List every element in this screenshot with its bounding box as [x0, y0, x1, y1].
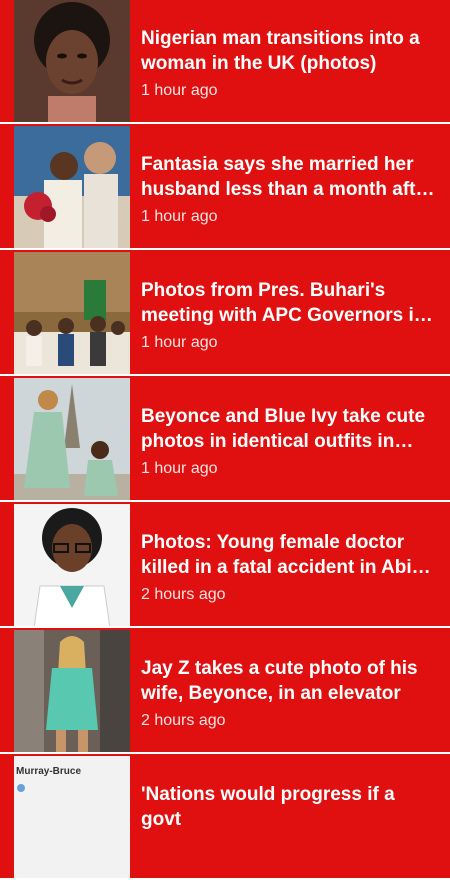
- news-title: Photos from Pres. Buhari's meeting with …: [141, 280, 426, 326]
- news-item[interactable]: Murray-Bruce 'Nations would progress if …: [0, 756, 450, 880]
- verified-icon: [17, 784, 25, 792]
- news-timestamp: 1 hour ago: [141, 82, 218, 99]
- news-title: Photos: Young female doctor killed in a …: [141, 532, 423, 578]
- news-timestamp: 1 hour ago: [141, 208, 218, 225]
- news-thumbnail: [14, 0, 130, 122]
- news-title: Jay Z takes a cute photo of his wife, Be…: [141, 658, 418, 704]
- news-title: Beyonce and Blue Ivy take cute photos in…: [141, 406, 426, 452]
- news-timestamp: 2 hours ago: [141, 586, 226, 603]
- news-thumbnail: [14, 504, 130, 626]
- news-title: 'Nations would progress if a govt: [141, 784, 395, 830]
- news-thumbnail: [14, 126, 130, 248]
- news-item[interactable]: Fantasia says she married her husband le…: [0, 126, 450, 250]
- news-timestamp: 1 hour ago: [141, 460, 218, 477]
- news-item[interactable]: Photos: Young female doctor killed in a …: [0, 504, 450, 628]
- news-thumbnail: [14, 378, 130, 500]
- news-item[interactable]: Beyonce and Blue Ivy take cute photos in…: [0, 378, 450, 502]
- news-item[interactable]: Nigerian man transitions into a woman in…: [0, 0, 450, 124]
- news-item[interactable]: Photos from Pres. Buhari's meeting with …: [0, 252, 450, 376]
- news-thumbnail: [14, 252, 130, 374]
- news-item[interactable]: Jay Z takes a cute photo of his wife, Be…: [0, 630, 450, 754]
- news-thumbnail: Murray-Bruce: [14, 756, 130, 878]
- news-feed: Nigerian man transitions into a woman in…: [0, 0, 450, 880]
- news-title: Fantasia says she married her husband le…: [141, 154, 434, 200]
- news-timestamp: 1 hour ago: [141, 334, 218, 351]
- news-timestamp: 2 hours ago: [141, 712, 226, 729]
- news-title: Nigerian man transitions into a woman in…: [141, 28, 420, 74]
- news-thumbnail: [14, 630, 130, 752]
- thumbnail-caption: Murray-Bruce: [16, 766, 82, 777]
